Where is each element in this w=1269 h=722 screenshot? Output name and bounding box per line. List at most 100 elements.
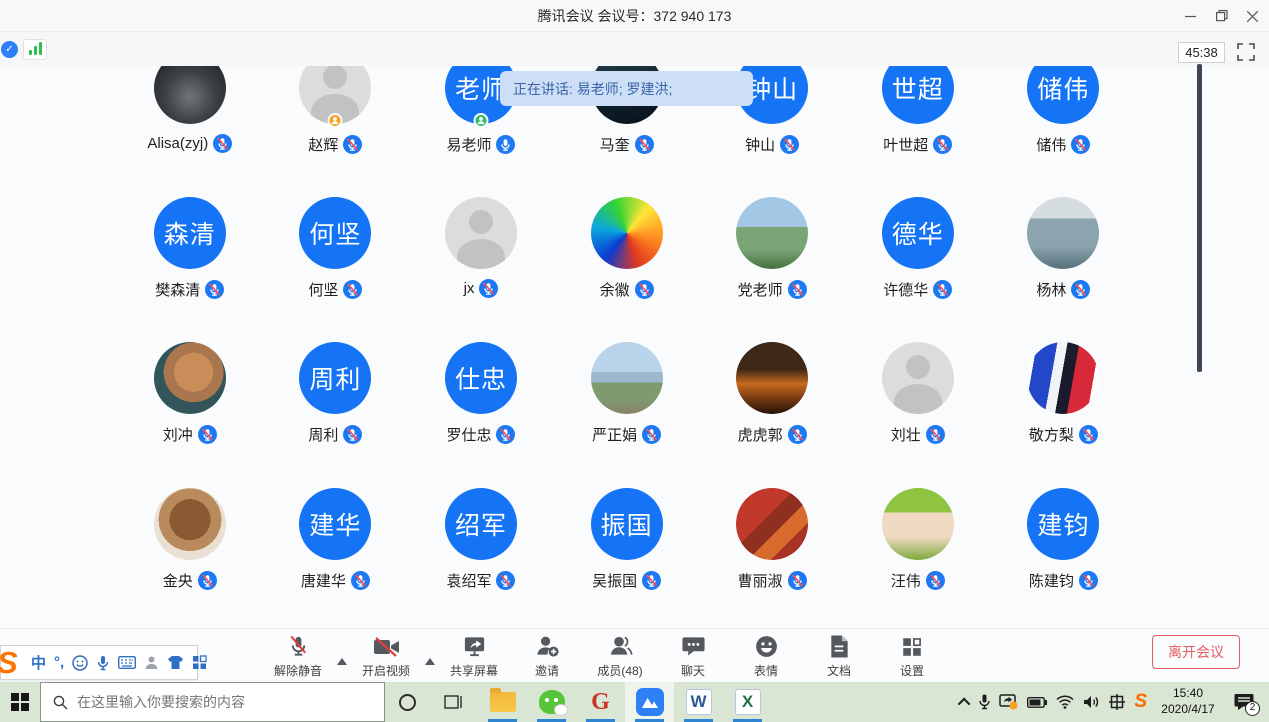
participant-tile[interactable]: 何坚何坚 [263, 197, 409, 342]
toolbar-settings-button[interactable]: 设置 [884, 633, 940, 679]
leave-meeting-button[interactable]: 离开会议 [1152, 635, 1240, 669]
avatar-photo [154, 342, 226, 414]
toolbar-share-button[interactable]: 共享屏幕 [446, 633, 502, 679]
action-center-button[interactable]: 2 [1229, 682, 1259, 722]
participant-avatar [736, 197, 808, 269]
participant-tile[interactable]: 严正娟 [554, 342, 700, 487]
tray-microphone-icon[interactable] [979, 694, 990, 710]
taskbar-excel[interactable]: X [723, 682, 772, 722]
participant-name-row: 樊森清 [155, 279, 224, 300]
toolbar-unmute-caret[interactable] [337, 658, 347, 665]
toolbar-docs-button[interactable]: 文档 [811, 633, 867, 679]
avatar-initials: 森清 [164, 215, 216, 251]
participant-avatar [882, 488, 954, 560]
meeting-security-icon[interactable]: ✓ [1, 41, 18, 58]
participant-avatar: 储伟 [1027, 66, 1099, 124]
participant-tile[interactable]: 刘冲 [117, 342, 263, 487]
avatar-photo [736, 342, 808, 414]
participant-name: jx [464, 280, 475, 297]
participant-name: 金央 [163, 570, 193, 591]
participant-tile[interactable]: 刘壮 [845, 342, 991, 487]
tray-display-share-icon[interactable] [999, 694, 1018, 710]
participant-tile[interactable]: 振国吴振国 [554, 488, 700, 628]
participant-tile[interactable]: 余徽 [554, 197, 700, 342]
tray-sogou-icon[interactable]: S [1134, 691, 1147, 713]
taskbar-tencent-meeting[interactable] [625, 682, 674, 722]
avatar-photo [591, 197, 663, 269]
taskbar-wechat[interactable] [527, 682, 576, 722]
maximize-button[interactable] [1205, 0, 1239, 32]
search-input[interactable] [77, 694, 357, 710]
participant-tile[interactable]: 建钧陈建钧 [991, 488, 1137, 628]
docs-icon [828, 633, 850, 660]
tray-chevron-up-icon[interactable] [961, 698, 970, 707]
toolbar-video-caret[interactable] [425, 658, 435, 665]
taskbar-word[interactable]: W [674, 682, 723, 722]
minimize-button[interactable] [1173, 0, 1207, 32]
participant-tile[interactable]: jx [408, 197, 554, 342]
mic-muted-icon [205, 280, 224, 299]
start-button[interactable] [0, 682, 40, 722]
participant-tile[interactable]: 周利周利 [263, 342, 409, 487]
participant-tile[interactable]: 储伟储伟 [991, 66, 1137, 197]
ime-mode-toggle[interactable]: 中 [31, 652, 46, 673]
participant-avatar [1027, 342, 1099, 414]
avatar-photo [1027, 342, 1099, 414]
mic-muted-icon [213, 134, 232, 153]
ime-voice-icon[interactable] [96, 655, 110, 671]
participant-tile[interactable]: 汪伟 [845, 488, 991, 628]
ime-skin-icon[interactable] [167, 655, 184, 670]
ime-toolbox-icon[interactable] [192, 655, 207, 670]
close-button[interactable] [1235, 0, 1269, 32]
taskbar-search[interactable] [40, 682, 385, 722]
wifi-icon[interactable] [1056, 695, 1074, 709]
toolbar-label: 表情 [754, 662, 778, 679]
ime-keyboard-icon[interactable] [118, 656, 136, 669]
participant-tile[interactable]: 虎虎郭 [699, 342, 845, 487]
ime-punctuation-toggle[interactable]: °, [54, 654, 64, 671]
mic-muted-icon [343, 135, 362, 154]
participant-avatar: 建钧 [1027, 488, 1099, 560]
participant-tile[interactable]: 绍军袁绍军 [408, 488, 554, 628]
toolbar-emoji-button[interactable]: 表情 [738, 633, 794, 679]
mic-muted-icon [788, 280, 807, 299]
toolbar-invite-button[interactable]: 邀请 [519, 633, 575, 679]
participant-avatar [154, 488, 226, 560]
participant-tile[interactable]: 赵辉 [263, 66, 409, 197]
participant-tile[interactable]: 仕忠罗仕忠 [408, 342, 554, 487]
sogou-logo-icon[interactable]: S [0, 646, 18, 679]
mic-muted-icon [933, 280, 952, 299]
battery-icon[interactable] [1027, 697, 1047, 708]
participant-name: 钟山 [745, 134, 775, 155]
network-signal-icon[interactable] [23, 39, 47, 60]
participant-tile[interactable]: Alisa(zyj) [117, 66, 263, 197]
taskbar-sogou-browser[interactable]: G [576, 682, 625, 722]
toolbar-label: 邀请 [535, 662, 559, 679]
participant-tile[interactable]: 金央 [117, 488, 263, 628]
participant-tile[interactable]: 党老师 [699, 197, 845, 342]
participant-tile[interactable]: 曹丽淑 [699, 488, 845, 628]
ime-emoji-icon[interactable] [72, 655, 88, 671]
participant-tile[interactable]: 敬方梨 [991, 342, 1137, 487]
toolbar-video-button[interactable]: 开启视频 [358, 633, 414, 679]
participant-tile[interactable]: 世超叶世超 [845, 66, 991, 197]
participant-name-row: 刘壮 [891, 424, 945, 445]
cortana-button[interactable] [385, 682, 429, 722]
task-view-button[interactable] [432, 682, 474, 722]
vertical-scrollbar[interactable] [1197, 64, 1202, 372]
taskbar-file-explorer[interactable] [478, 682, 527, 722]
invite-icon [535, 633, 560, 660]
ime-account-icon[interactable] [144, 655, 159, 670]
toolbar-members-button[interactable]: 成员(48) [592, 633, 648, 679]
participant-tile[interactable]: 德华许德华 [845, 197, 991, 342]
participant-tile[interactable]: 杨林 [991, 197, 1137, 342]
participant-tile[interactable]: 建华唐建华 [263, 488, 409, 628]
toolbar-chat-button[interactable]: 聊天 [665, 633, 721, 679]
taskbar-clock[interactable]: 15:40 2020/4/17 [1156, 686, 1220, 717]
fullscreen-button[interactable] [1237, 43, 1255, 61]
toolbar-unmute-button[interactable]: 解除静音 [270, 633, 326, 679]
participant-avatar: 仕忠 [445, 342, 517, 414]
ime-indicator-icon[interactable] [1109, 694, 1125, 710]
volume-icon[interactable] [1083, 695, 1100, 709]
participant-tile[interactable]: 森清樊森清 [117, 197, 263, 342]
